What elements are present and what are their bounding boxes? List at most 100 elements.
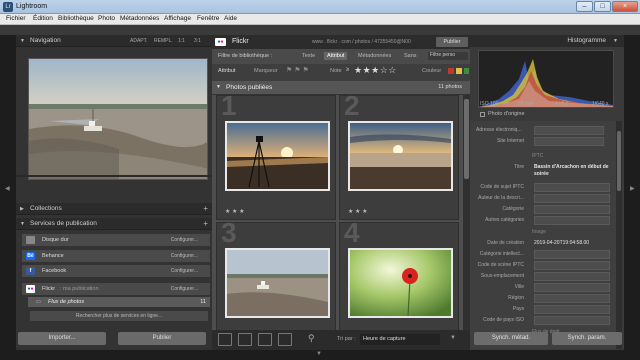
other-categories-field[interactable] — [534, 216, 610, 225]
configure-link[interactable]: Configurer... — [171, 253, 198, 259]
scene-code-field[interactable] — [534, 261, 610, 270]
minimize-button[interactable]: – — [576, 1, 593, 12]
subject-code-field[interactable] — [534, 183, 610, 192]
flag-filter-icons[interactable]: ⚑ ⚑ ⚑ — [286, 66, 309, 74]
add-publish-service-button[interactable]: + — [203, 219, 208, 228]
photo-cell-1[interactable]: 1 ★ ★ ★ — [216, 95, 336, 220]
photo-thumbnail-sunset-sea[interactable] — [348, 121, 453, 191]
histogram-curves — [479, 59, 613, 107]
photo-cell-2[interactable]: 2 ★ ★ ★ — [339, 95, 459, 220]
chevron-down-icon[interactable]: ▼ — [450, 335, 456, 341]
region-field[interactable] — [534, 294, 610, 303]
title-value[interactable]: Bassin d'Arcachon en début de soirée — [534, 164, 610, 178]
painter-icon[interactable]: ⚲ — [308, 333, 315, 344]
configure-link[interactable]: Configurer... — [171, 237, 198, 243]
filter-tab-none[interactable]: Sans — [404, 53, 417, 59]
cell-number: 4 — [344, 217, 360, 248]
intellectual-genre-field[interactable] — [534, 250, 610, 259]
rating-stars[interactable]: ★ ★ ★ — [225, 208, 244, 215]
publish-services-header[interactable]: ▼ Services de publication + — [16, 218, 212, 230]
maximize-button[interactable]: □ — [594, 1, 611, 12]
configure-link[interactable]: Configurer... — [171, 286, 198, 292]
expand-triangle-icon: ▼ — [20, 38, 25, 44]
collapse-triangle-icon[interactable]: ▼ — [613, 38, 618, 44]
color-green-swatch[interactable] — [464, 68, 469, 74]
histogram-graph[interactable] — [478, 50, 614, 108]
service-facebook[interactable]: f Facebook Configurer... — [22, 265, 210, 277]
color-red-swatch[interactable] — [448, 68, 454, 74]
publish-header-button[interactable]: Publier — [436, 37, 468, 47]
collections-header[interactable]: ▶ Collections + — [16, 203, 212, 215]
photo-thumbnail-sunset-tripod[interactable] — [225, 121, 330, 191]
sync-metadata-button[interactable]: Synch. métad. — [474, 332, 548, 345]
menu-affichage[interactable]: Affichage — [164, 15, 191, 22]
menu-fichier[interactable]: Fichier — [6, 15, 26, 22]
collapse-right-icon[interactable]: ▶ — [630, 185, 635, 192]
desc-author-field[interactable] — [534, 194, 610, 203]
menu-aide[interactable]: Aide — [224, 15, 237, 22]
service-behance[interactable]: Bē Behance Configurer... — [22, 250, 210, 262]
rating-stars[interactable]: ★ ★ ★ — [348, 208, 367, 215]
nav-option-fill[interactable]: REMPL. — [154, 38, 173, 44]
flickr-photostream-row[interactable]: ▭ Flux de photos 11 — [28, 297, 210, 307]
photo-cell-4[interactable]: 4 ★ ★ ★ — [339, 217, 459, 330]
publish-left-button[interactable]: Publier — [118, 332, 206, 345]
custom-filter-dropdown[interactable]: Filtre perso — [428, 52, 468, 60]
photo-thumbnail-harbor[interactable] — [225, 248, 330, 318]
add-collection-button[interactable]: + — [203, 204, 208, 213]
photo-thumbnail-poppy[interactable] — [348, 248, 453, 318]
service-hard-drive[interactable]: Disque dur Configurer... — [22, 234, 210, 246]
menu-photo[interactable]: Photo — [98, 15, 115, 22]
iso-country-field[interactable] — [534, 316, 610, 325]
filter-tab-text[interactable]: Texte — [302, 53, 315, 59]
nav-option-3to1[interactable]: 3:1 — [194, 38, 201, 44]
email-field[interactable] — [534, 126, 604, 135]
import-button[interactable]: Importer... — [18, 332, 106, 345]
metadata-scrollbar[interactable] — [616, 121, 622, 349]
close-button[interactable]: × — [612, 1, 638, 12]
scrollbar-thumb[interactable] — [617, 131, 621, 191]
collapse-triangle-icon[interactable]: ▼ — [216, 84, 221, 90]
sublocation-field[interactable] — [534, 272, 610, 281]
rating-stars-filter[interactable]: ★ ★ ★ ☆ ☆ — [354, 65, 396, 76]
histogram-header[interactable]: Histogramme ▼ — [470, 35, 624, 47]
grid-view-icon[interactable] — [218, 333, 232, 346]
menu-metadonnees[interactable]: Métadonnées — [120, 15, 159, 22]
menu-fenetre[interactable]: Fenêtre — [197, 15, 219, 22]
navigator-header[interactable]: ▼ Navigation ADAPT. REMPL. 1:1 3:1 — [16, 35, 212, 47]
expand-filmstrip-icon[interactable]: ▼ — [316, 351, 322, 357]
menu-bibliotheque[interactable]: Bibliothèque — [58, 15, 94, 22]
original-photo-checkbox[interactable] — [480, 112, 485, 117]
menu-edition[interactable]: Édition — [33, 15, 53, 22]
navigator-preview-image[interactable] — [28, 58, 208, 180]
hard-drive-icon — [26, 236, 35, 244]
nav-option-fit[interactable]: ADAPT. — [130, 38, 148, 44]
meta-row-email: Adresse électroniq... — [470, 126, 610, 136]
category-field[interactable] — [534, 205, 610, 214]
attribute-filter-row: Attribut Marqueur ⚑ ⚑ ⚑ Note ≥ ★ ★ ★ ☆ ☆… — [212, 64, 470, 81]
country-field[interactable] — [534, 305, 610, 314]
photo-cell-3[interactable]: 3 ★ ★ ★ — [216, 217, 336, 330]
find-more-services-button[interactable]: Rechercher plus de services en ligne... — [30, 311, 208, 321]
configure-link[interactable]: Configurer... — [171, 268, 198, 274]
service-url[interactable]: www . flickr . com / photos / 47355450@N… — [312, 39, 411, 45]
filter-tab-attribute[interactable]: Attribut — [324, 52, 348, 60]
left-panel-edge[interactable]: ◀ — [0, 35, 16, 350]
date-value[interactable]: 2019-04-20T19:04:58.00 — [534, 240, 610, 246]
filter-tab-metadata[interactable]: Métadonnées — [358, 53, 391, 59]
collapse-left-icon[interactable]: ◀ — [5, 185, 10, 192]
navigator-title: Navigation — [30, 37, 61, 44]
loupe-view-icon[interactable] — [238, 333, 252, 346]
city-field[interactable] — [534, 283, 610, 292]
color-yellow-swatch[interactable] — [456, 68, 462, 74]
compare-view-icon[interactable] — [258, 333, 272, 346]
website-field[interactable] — [534, 137, 604, 146]
sync-settings-button[interactable]: Synch. param. — [552, 332, 622, 345]
right-panel-edge[interactable]: ▶ — [624, 35, 640, 350]
service-flickr[interactable]: ●● Flickr : ma publication Configurer... — [22, 283, 210, 295]
sort-label: Tri par : — [337, 336, 356, 342]
sort-dropdown[interactable]: Heure de capture — [360, 334, 440, 345]
survey-view-icon[interactable] — [278, 333, 292, 346]
rating-operator[interactable]: ≥ — [346, 67, 349, 73]
nav-option-1to1[interactable]: 1:1 — [178, 38, 185, 44]
